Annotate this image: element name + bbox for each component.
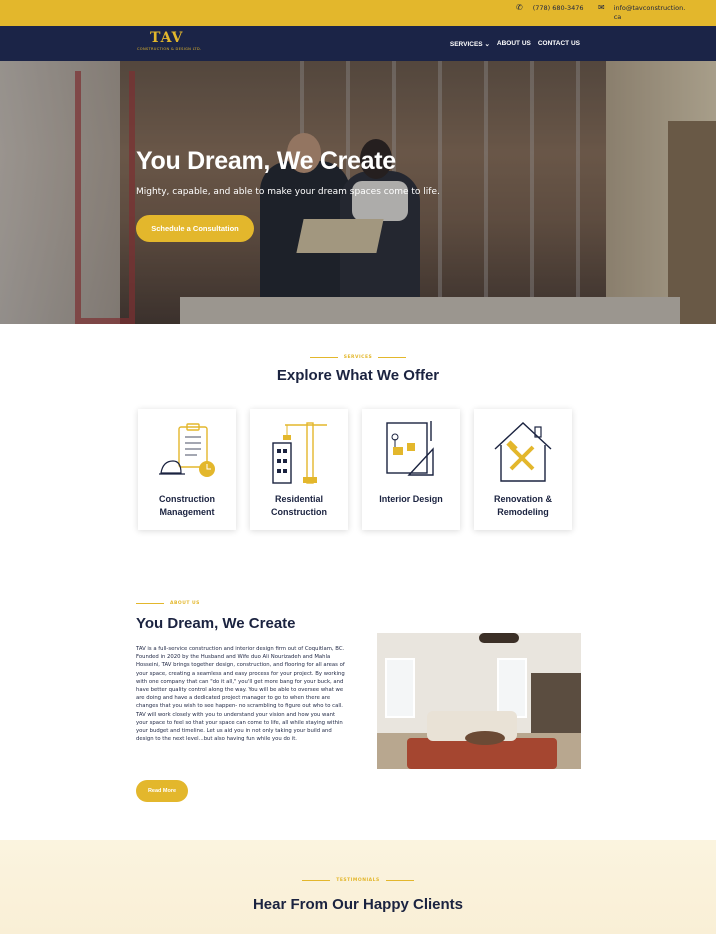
nav-item-services[interactable]: SERVICES ⌄ — [450, 40, 490, 48]
clipboard-helmet-icon — [159, 423, 215, 477]
living-room-photo — [377, 633, 581, 769]
eyebrow-line — [302, 880, 331, 881]
service-card-interior-design[interactable]: Interior Design — [362, 409, 460, 530]
testimonials-eyebrow: TESTIMONIALS — [0, 878, 716, 883]
about-eyebrow-label: ABOUT US — [170, 601, 200, 606]
service-card-renovation-remodeling[interactable]: Renovation & Remodeling — [474, 409, 572, 530]
testimonials-eyebrow-label: TESTIMONIALS — [336, 878, 380, 883]
service-card-label: Residential Construction — [271, 494, 327, 517]
service-card-construction-management[interactable]: Construction Management — [138, 409, 236, 530]
phone-contact[interactable]: ✆ (778) 680-3476 — [516, 3, 584, 13]
photo-window — [385, 658, 415, 718]
photo-coffee-table — [465, 731, 505, 745]
nav-item-about-us[interactable]: ABOUT US — [497, 40, 531, 48]
service-card-label: Interior Design — [379, 494, 443, 504]
testimonials-section: TESTIMONIALS Hear From Our Happy Clients — [0, 840, 716, 934]
hero-banner: You Dream, We Create Mighty, capable, an… — [0, 61, 716, 324]
service-card-residential-construction[interactable]: Residential Construction — [250, 409, 348, 530]
eyebrow-line — [136, 603, 164, 604]
service-card-label: Renovation & Remodeling — [493, 494, 552, 517]
eyebrow-line — [378, 357, 407, 358]
top-contact-bar: ✆ (778) 680-3476 ✉ info@tavconstruction.… — [0, 0, 716, 26]
phone-number[interactable]: (778) 680-3476 — [533, 4, 584, 12]
hero-subtitle: Mighty, capable, and able to make your d… — [136, 187, 440, 197]
eyebrow-line — [309, 357, 338, 358]
read-more-button[interactable]: Read More — [136, 780, 188, 802]
logo-subtitle: CONSTRUCTION & DESIGN LTD. — [137, 47, 202, 51]
email-address[interactable]: info@tavconstruction.ca — [614, 4, 686, 22]
main-navigation: TAV CONSTRUCTION & DESIGN LTD. SERVICES … — [0, 26, 716, 61]
crane-building-icon — [272, 422, 327, 484]
logo-mark: TAV — [150, 30, 184, 46]
eyebrow-line — [385, 880, 414, 881]
photo-ceiling-fan — [479, 633, 519, 643]
services-eyebrow: SERVICES — [0, 355, 716, 360]
about-text: TAV is a full-service construction and i… — [136, 646, 345, 743]
services-eyebrow-label: SERVICES — [343, 355, 373, 360]
blueprint-ruler-icon — [386, 421, 434, 476]
nav-item-contact-us[interactable]: CONTACT US — [538, 40, 580, 48]
logo[interactable]: TAV CONSTRUCTION & DESIGN LTD. — [137, 31, 201, 51]
hero-title: You Dream, We Create — [136, 147, 396, 175]
about-title: You Dream, We Create — [136, 615, 296, 632]
testimonials-title: Hear From Our Happy Clients — [252, 896, 464, 913]
services-title: Explore What We Offer — [276, 367, 440, 384]
house-tools-icon — [494, 422, 552, 482]
mail-icon: ✉ — [598, 3, 605, 12]
phone-icon: ✆ — [516, 3, 523, 12]
nav-menu: SERVICES ⌄ ABOUT US CONTACT US — [450, 40, 580, 48]
about-eyebrow: ABOUT US — [0, 601, 716, 606]
email-contact[interactable]: ✉ info@tavconstruction.ca — [598, 4, 686, 22]
photo-window — [497, 658, 527, 718]
schedule-consultation-button[interactable]: Schedule a Consultation — [136, 215, 254, 242]
service-card-label: Construction Management — [159, 494, 215, 517]
photo-kitchen — [531, 673, 581, 733]
